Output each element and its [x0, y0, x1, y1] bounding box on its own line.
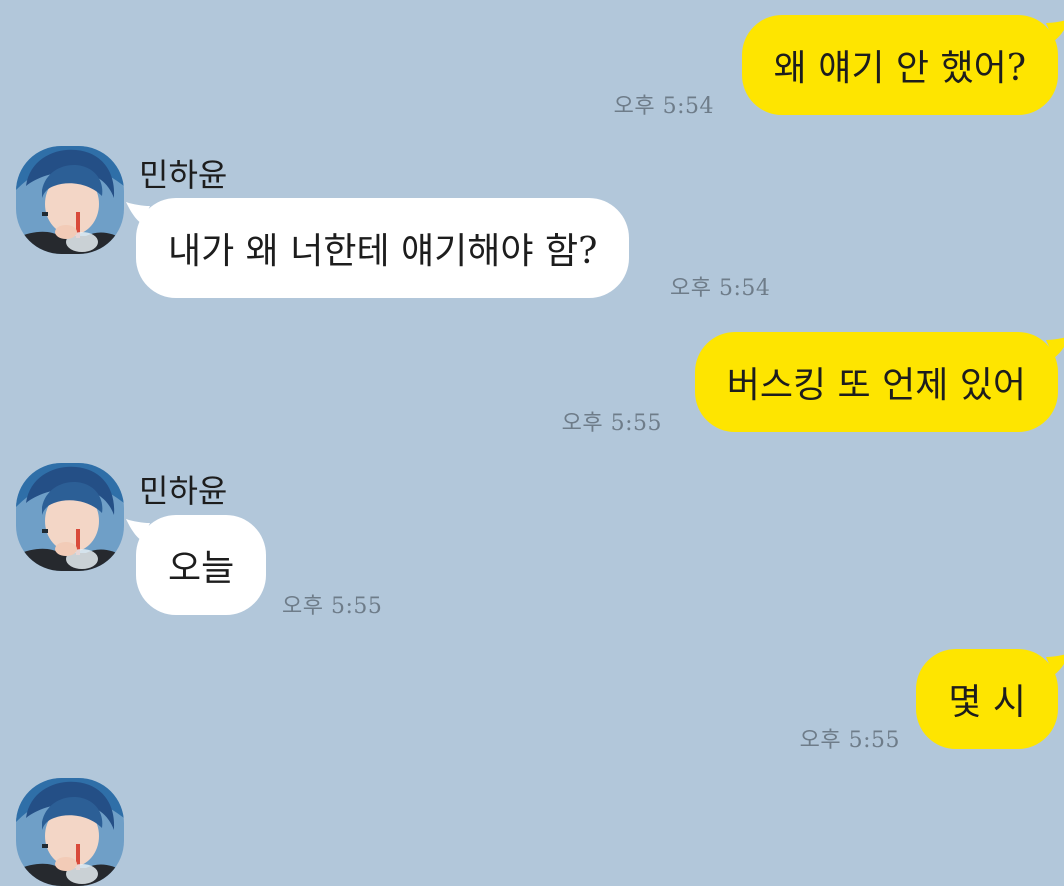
- message-bubble-outgoing[interactable]: 왜 얘기 안 했어?: [741, 15, 1058, 115]
- bubble-tail-icon: [1046, 336, 1064, 358]
- contact-avatar[interactable]: [16, 146, 124, 254]
- message-time: 오후 5:55: [799, 728, 900, 753]
- message-time: 오후 5:55: [282, 594, 383, 619]
- message-bubble-outgoing[interactable]: 버스킹 또 언제 있어: [694, 332, 1058, 432]
- contact-avatar[interactable]: [16, 778, 124, 886]
- message-text: 왜 얘기 안 했어?: [773, 48, 1026, 89]
- message-text: 오늘: [168, 548, 235, 589]
- avatar-icon: [16, 463, 124, 571]
- avatar-icon: [16, 778, 124, 886]
- message-time: 오후 5:54: [613, 94, 714, 119]
- avatar-icon: [16, 146, 124, 254]
- message-text: 내가 왜 너한테 얘기해야 함?: [168, 231, 598, 272]
- message-text: 버스킹 또 언제 있어: [726, 365, 1026, 406]
- contact-name: 민하윤: [139, 156, 228, 194]
- contact-avatar[interactable]: [16, 463, 124, 571]
- message-time: 오후 5:54: [670, 276, 771, 301]
- bubble-tail-icon: [1046, 653, 1064, 675]
- contact-name: 민하윤: [139, 472, 228, 510]
- message-bubble-incoming[interactable]: 오늘: [136, 515, 267, 615]
- message-bubble-outgoing[interactable]: 몇 시: [916, 649, 1058, 749]
- message-text: 몇 시: [948, 682, 1026, 723]
- bubble-tail-icon: [1046, 19, 1064, 41]
- message-time: 오후 5:55: [561, 411, 662, 436]
- message-bubble-incoming[interactable]: 내가 왜 너한테 얘기해야 함?: [136, 198, 630, 298]
